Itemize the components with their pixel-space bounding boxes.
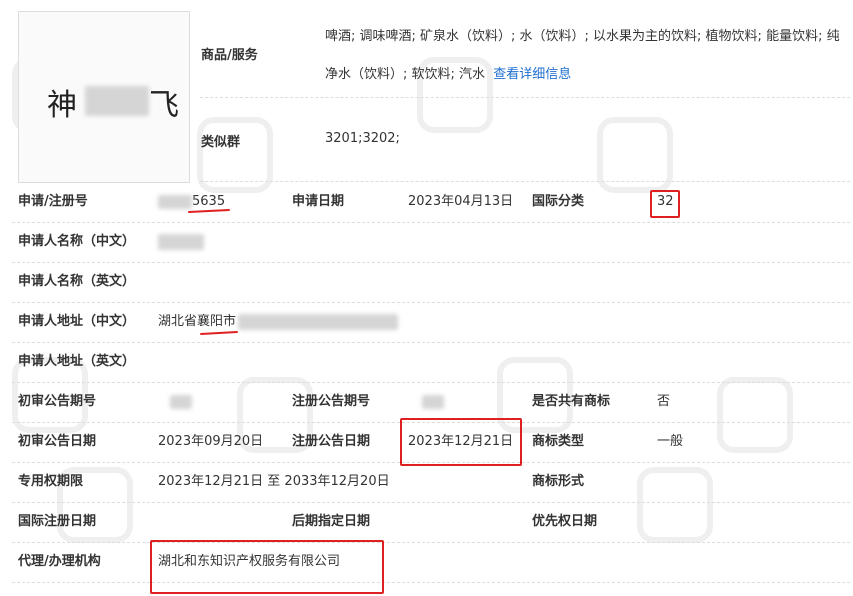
- priority-date-label: 优先权日期: [532, 514, 598, 529]
- similar-group-row: 类似群 3201;3202;: [200, 97, 850, 182]
- blurred-region: [85, 86, 149, 116]
- address-cn-row: 申请人地址（中文） 湖北省襄阳市: [12, 302, 850, 343]
- reg-pub-date-highlight: [400, 418, 522, 466]
- address-en-row: 申请人地址（英文）: [12, 342, 850, 383]
- prelim-no-value: [170, 382, 192, 422]
- blurred-region: [238, 313, 399, 330]
- shared-value: 否: [657, 394, 671, 409]
- agent-row: 代理/办理机构 湖北和东知识产权服务有限公司: [12, 542, 850, 583]
- prelim-date-value: 2023年09月20日: [158, 434, 264, 449]
- blurred-region: [158, 194, 192, 209]
- prelim-date-label: 初审公告日期: [18, 434, 97, 449]
- goods-list: 啤酒; 调味啤酒; 矿泉水（饮料）; 水（饮料）; 以水果为主的饮料; 植物饮料…: [325, 29, 840, 82]
- address-en-label: 申请人地址（英文）: [18, 354, 136, 369]
- similar-group-label: 类似群: [201, 135, 241, 150]
- reg-no-value: 5635: [158, 182, 225, 222]
- applicant-en-label: 申请人名称（英文）: [18, 274, 136, 289]
- announcement-no-row: 初审公告期号 注册公告期号 是否共有商标 否: [12, 382, 850, 423]
- goods-value: 啤酒; 调味啤酒; 矿泉水（饮料）; 水（饮料）; 以水果为主的饮料; 植物饮料…: [325, 18, 845, 94]
- trademark-image: 神 飞: [18, 11, 190, 183]
- intl-class-label: 国际分类: [532, 194, 585, 209]
- similar-group-value: 3201;3202;: [325, 131, 400, 146]
- applicant-en-row: 申请人名称（英文）: [12, 262, 850, 303]
- apply-date-label: 申请日期: [292, 194, 345, 209]
- address-cn-label: 申请人地址（中文）: [18, 314, 136, 329]
- applicant-cn-value: [158, 222, 204, 262]
- agent-label: 代理/办理机构: [18, 554, 101, 569]
- blurred-region: [170, 394, 192, 409]
- applicant-cn-label: 申请人名称（中文）: [18, 234, 136, 249]
- exclusive-period-row: 专用权期限 2023年12月21日 至 2033年12月20日 商标形式: [12, 462, 850, 503]
- intl-dates-row: 国际注册日期 后期指定日期 优先权日期: [12, 502, 850, 543]
- reg-no-label: 申请/注册号: [18, 194, 88, 209]
- view-details-link[interactable]: 查看详细信息: [493, 67, 571, 82]
- registration-row: 申请/注册号 5635 申请日期 2023年04月13日 国际分类 32: [12, 182, 850, 223]
- reg-pub-no-label: 注册公告期号: [292, 394, 371, 409]
- address-cn-value: 湖北省襄阳市: [158, 302, 399, 342]
- applicant-cn-row: 申请人名称（中文）: [12, 222, 850, 263]
- apply-date-value: 2023年04月13日: [408, 194, 514, 209]
- prelim-no-label: 初审公告期号: [18, 394, 97, 409]
- goods-label: 商品/服务: [201, 48, 258, 63]
- intl-class-highlight: [650, 190, 680, 218]
- trademark-char-left: 神: [47, 88, 77, 123]
- reg-pub-no-value: [422, 382, 444, 422]
- later-date-label: 后期指定日期: [292, 514, 371, 529]
- exclusive-period-label: 专用权期限: [18, 474, 84, 489]
- tm-type-label: 商标类型: [532, 434, 585, 449]
- tm-type-value: 一般: [657, 434, 684, 449]
- exclusive-period-value: 2023年12月21日 至 2033年12月20日: [158, 474, 390, 489]
- tm-form-label: 商标形式: [532, 474, 585, 489]
- blurred-region: [422, 394, 444, 409]
- trademark-char-right: 飞: [149, 88, 179, 123]
- shared-label: 是否共有商标: [532, 394, 611, 409]
- reg-pub-date-label: 注册公告日期: [292, 434, 371, 449]
- intl-reg-date-label: 国际注册日期: [18, 514, 97, 529]
- blurred-region: [158, 233, 204, 250]
- agent-highlight: [150, 540, 384, 594]
